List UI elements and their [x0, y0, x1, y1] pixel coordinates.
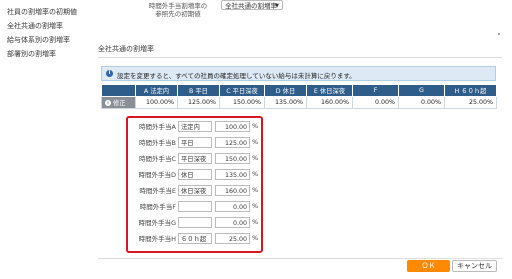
reference-label-line2: 参照先の初期値	[155, 10, 201, 18]
reference-label-line1: 時間外手当割増率の	[148, 2, 208, 10]
edit-row-label: 時間外手当D	[138, 171, 176, 179]
edit-row-label: 時間外手当F	[139, 203, 176, 211]
rate-input[interactable]: 100.00	[215, 121, 250, 132]
table-cell: 0.00%	[398, 96, 445, 109]
table-header: E 休日深夜	[306, 84, 353, 97]
fix-label: 修正	[113, 100, 126, 107]
close-icon: ✕	[105, 100, 111, 106]
table-header: C 平日深夜	[219, 84, 265, 97]
table-cell: 0.00%	[352, 96, 399, 109]
name-input[interactable]	[178, 201, 212, 212]
edit-row-d: 時間外手当D 休日 135.00 %	[128, 169, 261, 181]
table-cell: 150.00%	[219, 96, 265, 109]
edit-row-a: 時間外手当A 法定内 100.00 %	[128, 121, 261, 133]
main-content: 時間外手当割増率の 参照先の初期値 全社共通の割増率 ▼ 全社共通の割増率 i …	[88, 0, 512, 279]
reference-select-value: 全社共通の割増率	[225, 2, 277, 10]
table-header: A 法定内	[135, 84, 178, 97]
edit-row-label: 時間外手当E	[139, 187, 176, 195]
edit-row-label: 時間外手当H	[138, 235, 176, 243]
edit-row-g: 時間外手当G 0.00 %	[128, 217, 261, 229]
name-input[interactable]: 休日深夜	[178, 185, 212, 196]
info-icon: i	[106, 70, 113, 77]
table-header-row: A 法定内 B 平日 C 平日深夜 D 休日 E 休日深夜 F G H ６０ｈ超	[101, 84, 497, 97]
sidebar-item-employee-initial-rate[interactable]: 社員の割増率の初期値	[7, 7, 77, 17]
table-cell: 135.00%	[264, 96, 307, 109]
reference-label: 時間外手当割増率の 参照先の初期値	[142, 2, 214, 18]
percent-unit: %	[252, 235, 258, 242]
rate-input[interactable]: 125.00	[215, 137, 250, 148]
rate-input[interactable]: 0.00	[215, 217, 250, 228]
edit-row-label: 時間外手当C	[138, 155, 176, 163]
divider	[98, 258, 502, 259]
table-header: G	[398, 84, 445, 97]
name-input[interactable]: 休日	[178, 169, 212, 180]
table-cell: 125.00%	[177, 96, 220, 109]
edit-row-label: 時間外手当A	[139, 123, 176, 131]
chevron-down-icon: ▼	[275, 3, 279, 9]
table-header: F	[352, 84, 399, 97]
table-row: ✕ 修正 100.00% 125.00% 150.00% 135.00% 160.…	[101, 96, 497, 109]
percent-unit: %	[252, 219, 258, 226]
info-banner: i 設定を変更すると、すべての社員の確定処理していない給与は未計算に戻ります。	[101, 66, 496, 81]
edit-row-label: 時間外手当B	[139, 139, 176, 147]
edit-row-c: 時間外手当C 平日深夜 150.00 %	[128, 153, 261, 165]
name-input[interactable]: ６０ｈ超	[178, 233, 212, 244]
edit-panel: 時間外手当A 法定内 100.00 % 時間外手当B 平日 125.00 % 時…	[126, 116, 263, 253]
name-input[interactable]: 平日深夜	[178, 153, 212, 164]
percent-unit: %	[252, 139, 258, 146]
section-title: 全社共通の割増率	[98, 45, 154, 53]
percent-unit: %	[252, 203, 258, 210]
edit-row-b: 時間外手当B 平日 125.00 %	[128, 137, 261, 149]
name-input[interactable]: 法定内	[178, 121, 212, 132]
cancel-button[interactable]: キャンセル	[452, 260, 497, 272]
edit-row-f: 時間外手当F 0.00 %	[128, 201, 261, 213]
edit-row-h: 時間外手当H ６０ｈ超 25.00 %	[128, 233, 261, 245]
sidebar-item-salary-system-rate[interactable]: 給与体系別の割増率	[7, 35, 70, 45]
rate-input[interactable]: 25.00	[215, 233, 250, 244]
rate-table: A 法定内 B 平日 C 平日深夜 D 休日 E 休日深夜 F G H ６０ｈ超…	[101, 84, 497, 109]
percent-unit: %	[252, 123, 258, 130]
rate-input[interactable]: 150.00	[215, 153, 250, 164]
sidebar-item-company-common-rate[interactable]: 全社共通の割増率	[7, 21, 63, 31]
edit-row-label: 時間外手当G	[138, 219, 176, 227]
table-cell: 25.00%	[444, 96, 497, 109]
name-input[interactable]: 平日	[178, 137, 212, 148]
table-header: H ６０ｈ超	[444, 84, 497, 97]
rate-input[interactable]: 135.00	[215, 169, 250, 180]
table-cell: 160.00%	[306, 96, 353, 109]
reference-setting: 時間外手当割増率の 参照先の初期値 全社共通の割増率 ▼	[88, 0, 512, 40]
table-header: D 休日	[264, 84, 307, 97]
table-header	[101, 84, 136, 97]
info-text: 設定を変更すると、すべての社員の確定処理していない給与は未計算に戻ります。	[117, 72, 356, 80]
percent-unit: %	[252, 171, 258, 178]
rate-input[interactable]: 160.00	[215, 185, 250, 196]
rate-input[interactable]: 0.00	[215, 201, 250, 212]
sidebar-item-department-rate[interactable]: 部署別の割増率	[7, 49, 56, 59]
table-header: B 平日	[177, 84, 220, 97]
scroll-dot	[498, 33, 500, 35]
reference-select[interactable]: 全社共通の割増率 ▼	[221, 0, 283, 10]
percent-unit: %	[252, 187, 258, 194]
ok-button[interactable]: ＯＫ	[407, 260, 450, 272]
edit-row-e: 時間外手当E 休日深夜 160.00 %	[128, 185, 261, 197]
percent-unit: %	[252, 155, 258, 162]
fix-button[interactable]: ✕ 修正	[101, 96, 136, 109]
divider	[98, 57, 502, 58]
sidebar: 社員の割増率の初期値 全社共通の割増率 給与体系別の割増率 部署別の割増率	[0, 0, 88, 279]
table-cell: 100.00%	[135, 96, 178, 109]
name-input[interactable]	[178, 217, 212, 228]
